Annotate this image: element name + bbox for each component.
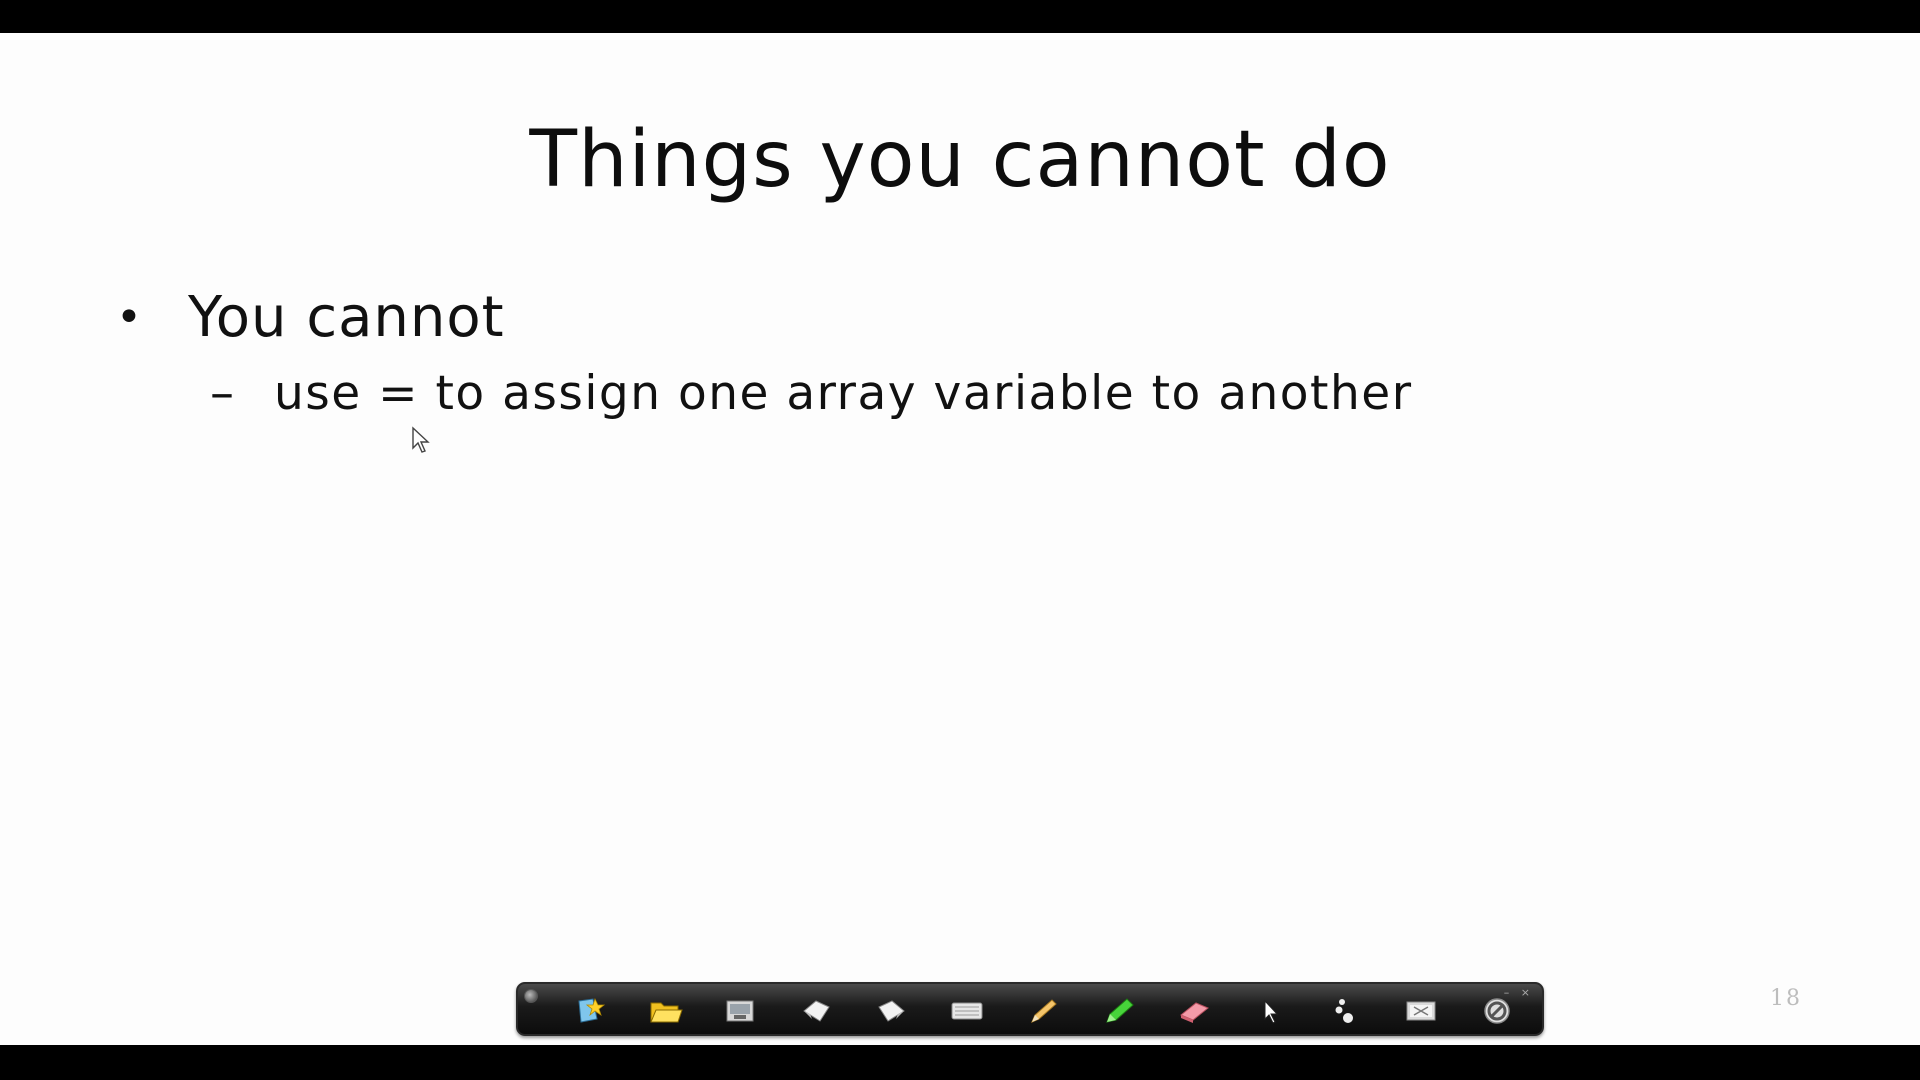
pen-icon bbox=[1030, 999, 1057, 1023]
pen-button[interactable] bbox=[1020, 991, 1066, 1031]
stop-button[interactable] bbox=[1474, 991, 1520, 1031]
clear-screen-icon bbox=[1406, 1001, 1436, 1021]
next-page-icon bbox=[877, 1000, 905, 1022]
eraser-button[interactable] bbox=[1171, 991, 1217, 1031]
clear-screen-button[interactable] bbox=[1398, 991, 1444, 1031]
more-button[interactable] bbox=[1323, 991, 1369, 1031]
pointer-icon bbox=[1264, 999, 1279, 1024]
eraser-icon bbox=[1180, 1002, 1210, 1023]
slide-title: Things you cannot do bbox=[529, 115, 1391, 205]
highlighter-icon bbox=[1105, 998, 1134, 1023]
more-icon bbox=[1335, 999, 1353, 1023]
keyboard-icon bbox=[951, 1002, 983, 1020]
slide-page-number: 18 bbox=[1770, 986, 1802, 1011]
mouse-cursor-icon bbox=[412, 426, 430, 453]
bullet-dot-icon: • bbox=[116, 291, 142, 343]
presentation-slide: Things you cannot do • You cannot – use … bbox=[0, 33, 1920, 1045]
next-page-button[interactable] bbox=[869, 991, 915, 1031]
bullet-item: • You cannot bbox=[116, 277, 505, 357]
annotation-toolbar: – × bbox=[516, 982, 1544, 1036]
toolbar-tools bbox=[558, 991, 1528, 1031]
bullet-text: You cannot bbox=[188, 284, 505, 350]
screen-capture-icon bbox=[726, 1000, 754, 1022]
sub-bullet-item: – use = to assign one array variable to … bbox=[210, 358, 1413, 428]
highlighter-button[interactable] bbox=[1096, 991, 1142, 1031]
stop-icon bbox=[1484, 998, 1510, 1024]
previous-page-icon bbox=[803, 1000, 830, 1022]
toolbar-menu-knob[interactable] bbox=[524, 989, 538, 1003]
open-folder-icon bbox=[649, 1002, 683, 1023]
new-page-button[interactable] bbox=[566, 991, 612, 1031]
keyboard-button[interactable] bbox=[944, 991, 990, 1031]
screen-capture-button[interactable] bbox=[717, 991, 763, 1031]
sub-bullet-text: use = to assign one array variable to an… bbox=[274, 365, 1413, 421]
new-page-icon bbox=[578, 997, 606, 1023]
pointer-button[interactable] bbox=[1247, 991, 1293, 1031]
open-folder-button[interactable] bbox=[642, 991, 688, 1031]
letterbox-top bbox=[0, 0, 1920, 33]
letterbox-bottom bbox=[0, 1045, 1920, 1080]
previous-page-button[interactable] bbox=[793, 991, 839, 1031]
sub-bullet-dash: – bbox=[210, 365, 234, 421]
